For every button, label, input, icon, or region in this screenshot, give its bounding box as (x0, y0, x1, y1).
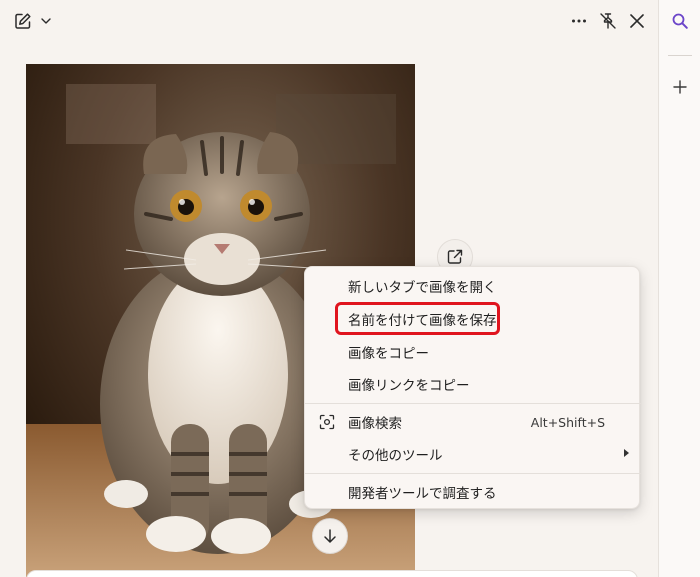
menu-separator (305, 403, 641, 404)
sidebar-divider (668, 55, 692, 56)
menu-item-label: 画像リンクをコピー (348, 378, 470, 394)
new-chat-button[interactable] (10, 8, 36, 34)
image-context-menu: 新しいタブで画像を開く 名前を付けて画像を保存 画像をコピー 画像リンクをコピー… (304, 266, 641, 509)
right-sidebar (658, 0, 700, 577)
submenu-arrow-icon (624, 449, 629, 457)
compose-dropdown-button[interactable] (36, 8, 56, 34)
scroll-down-button[interactable] (312, 518, 348, 554)
visual-search-icon (319, 414, 335, 430)
menu-item-label: 新しいタブで画像を開く (348, 280, 497, 296)
menu-item-copy-image[interactable]: 画像をコピー (305, 336, 641, 368)
sidebar-add-button[interactable] (667, 74, 693, 100)
menu-item-shortcut: Alt+Shift+S (530, 414, 605, 430)
unpin-icon (600, 13, 616, 29)
unpin-button[interactable] (595, 8, 621, 34)
menu-item-label: 開発者ツールで調査する (348, 486, 497, 502)
menu-item-save-image-as[interactable]: 名前を付けて画像を保存 (305, 303, 641, 335)
main-pane: 新しいタブで画像を開く 名前を付けて画像を保存 画像をコピー 画像リンクをコピー… (0, 0, 658, 577)
share-icon (447, 249, 463, 264)
menu-separator (305, 473, 641, 474)
chevron-down-icon (41, 18, 51, 24)
top-bar (0, 0, 658, 42)
close-button[interactable] (624, 8, 650, 34)
menu-item-copy-image-link[interactable]: 画像リンクをコピー (305, 368, 641, 400)
arrow-down-icon (324, 529, 336, 543)
menu-item-open-image-new-tab[interactable]: 新しいタブで画像を開く (305, 270, 641, 302)
sidebar-search-button[interactable] (667, 8, 693, 34)
menu-item-label: 画像をコピー (348, 346, 429, 362)
more-horizontal-icon (572, 19, 586, 23)
menu-item-inspect-devtools[interactable]: 開発者ツールで調査する (305, 476, 641, 508)
close-icon (630, 14, 644, 28)
more-options-button[interactable] (566, 8, 592, 34)
chat-input-box[interactable] (26, 570, 638, 577)
menu-item-image-search[interactable]: 画像検索 Alt+Shift+S (305, 406, 641, 438)
plus-icon (673, 80, 687, 94)
menu-item-label: 画像検索 (348, 416, 402, 432)
menu-item-label: 名前を付けて画像を保存 (348, 313, 497, 329)
menu-item-more-tools[interactable]: その他のツール (305, 438, 641, 470)
compose-icon (15, 13, 31, 29)
search-icon (672, 13, 688, 29)
menu-item-label: その他のツール (348, 448, 443, 464)
